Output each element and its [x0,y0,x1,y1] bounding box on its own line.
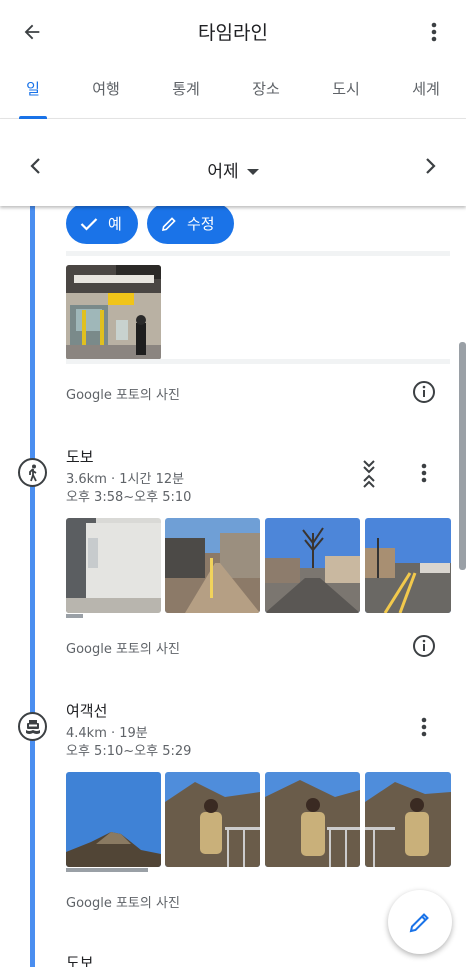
pencil-icon [161,216,176,231]
tab-insights[interactable]: 통계 [172,78,200,99]
edit-icon [409,913,429,933]
date-label: 어제 [207,162,239,182]
tab-trips[interactable]: 여행 [92,78,120,99]
walking-icon [28,464,37,481]
segment-more-button[interactable] [415,715,433,739]
segment-distance: 3.6km · 1시간 12분 [66,472,185,487]
tab-bar: 일 여행 통계 장소 도시 세계 [0,64,466,119]
date-selector[interactable]: 어제 [0,157,466,182]
photos-caption: Google 포토의 사진 [66,388,180,403]
confirm-yes-button[interactable]: 예 [66,206,138,244]
page-title: 타임라인 [198,22,268,44]
ferry-icon [25,719,40,734]
info-icon[interactable] [412,380,436,404]
edit-fab-button[interactable] [388,890,452,954]
confirm-edit-button[interactable]: 수정 [147,206,234,244]
photo-thumbnail[interactable] [165,772,260,867]
timeline-content[interactable]: 예 수정 Google 포토의 사진 도보 3.6km · 1시간 12분 오후… [0,206,466,967]
segment-title[interactable]: 여객선 [66,700,107,721]
confirm-yes-label: 예 [108,215,122,233]
app-bar: 타임라인 [0,0,466,64]
dropdown-caret-icon [246,169,259,175]
tab-world[interactable]: 세계 [412,78,440,99]
expand-icon[interactable] [360,459,378,489]
photo-thumbnail[interactable] [265,772,360,867]
photo-scroll-indicator [66,868,148,872]
more-vert-icon [421,463,427,483]
segment-time-range: 오후 5:10~오후 5:29 [66,744,192,759]
ferry-node [18,712,47,741]
chevron-right-icon [426,158,436,174]
photo-thumbnail[interactable] [365,772,451,867]
tab-day[interactable]: 일 [26,78,40,99]
divider [66,359,450,364]
tab-cities[interactable]: 도시 [332,78,360,99]
segment-more-button[interactable] [415,461,433,485]
segment-time-range: 오후 3:58~오후 5:10 [66,490,192,505]
next-day-button[interactable] [416,151,446,181]
walking-node [18,458,47,487]
photo-thumbnail[interactable] [66,265,161,360]
segment-title[interactable]: 도보 [66,952,94,967]
page-scrollbar[interactable] [459,342,466,570]
photos-caption: Google 포토의 사진 [66,642,180,657]
photo-thumbnail[interactable] [66,518,161,613]
more-options-button[interactable] [416,14,452,50]
photo-thumbnail[interactable] [365,518,451,613]
tab-places[interactable]: 장소 [252,78,280,99]
photo-scroll-indicator [66,614,83,618]
check-icon [80,217,98,231]
confirm-edit-label: 수정 [187,215,215,233]
photos-caption: Google 포토의 사진 [66,896,180,911]
segment-distance: 4.4km · 19분 [66,726,148,741]
timeline-line [30,206,35,967]
photo-thumbnail[interactable] [165,518,260,613]
photo-thumbnail[interactable] [66,772,161,867]
more-vert-icon [431,22,437,42]
info-icon[interactable] [412,634,436,658]
date-navigator: 어제 [0,119,466,206]
photo-thumbnail[interactable] [265,518,360,613]
divider [66,251,450,256]
segment-title[interactable]: 도보 [66,446,94,467]
more-vert-icon [421,717,427,737]
